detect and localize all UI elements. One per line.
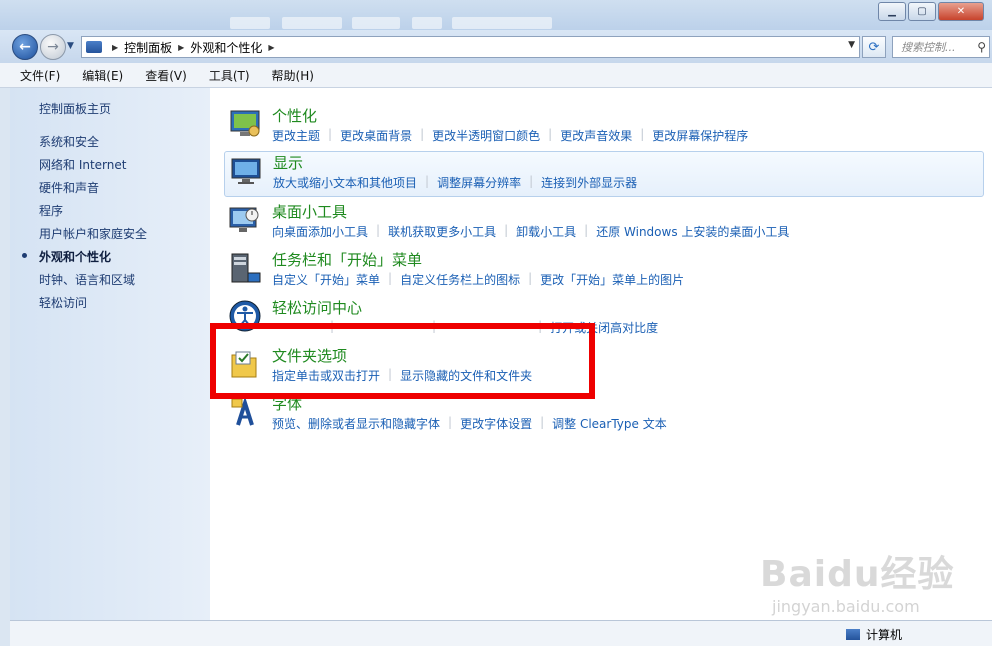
sidebar-item-network[interactable]: 网络和 Internet xyxy=(39,156,126,173)
breadcrumb-separator-icon[interactable]: ▶ xyxy=(178,43,184,52)
highlight-annotation xyxy=(210,323,595,399)
sidebar-item-programs[interactable]: 程序 xyxy=(39,202,63,219)
breadcrumb-separator-icon[interactable]: ▶ xyxy=(268,43,274,52)
minimize-button[interactable]: ▁ xyxy=(878,2,906,21)
forward-button[interactable]: → xyxy=(40,34,66,60)
category-title[interactable]: 任务栏和「开始」菜单 xyxy=(272,249,422,270)
category-title[interactable]: 显示 xyxy=(273,152,303,173)
watermark-url: jingyan.baidu.com xyxy=(772,597,920,616)
link-screen-resolution[interactable]: 调整屏幕分辨率 xyxy=(437,174,521,191)
category-title[interactable]: 个性化 xyxy=(272,105,317,126)
status-bar: 计算机 xyxy=(10,620,992,646)
sidebar-item-user-accounts[interactable]: 用户帐户和家庭安全 xyxy=(39,225,147,242)
link-external-display[interactable]: 连接到外部显示器 xyxy=(541,174,637,191)
category-title[interactable]: 轻松访问中心 xyxy=(272,297,362,318)
breadcrumb: ▶ 控制面板 ▶ 外观和个性化 ▶ xyxy=(106,39,281,56)
watermark: Baidu经验 jingyan.baidu.com xyxy=(760,545,980,625)
menu-file[interactable]: 文件(F) xyxy=(20,67,60,84)
status-computer-label: 计算机 xyxy=(865,628,902,642)
breadcrumb-separator-icon[interactable]: ▶ xyxy=(112,43,118,52)
blurred-tab xyxy=(282,17,342,29)
blurred-tab xyxy=(352,17,400,29)
navigation-bar: ← → ▼ ▶ 控制面板 ▶ 外观和个性化 ▶ ▼ ⟳ 搜索控制... ⚲ xyxy=(0,30,992,63)
refresh-button[interactable]: ⟳ xyxy=(862,36,886,58)
link-change-background[interactable]: 更改桌面背景 xyxy=(340,127,412,144)
personalization-icon[interactable] xyxy=(228,107,262,141)
blurred-tab xyxy=(452,17,552,29)
sidebar-item-hardware-sound[interactable]: 硬件和声音 xyxy=(39,179,99,196)
computer-icon xyxy=(845,629,860,640)
link-change-start-picture[interactable]: 更改「开始」菜单上的图片 xyxy=(540,271,684,288)
category-taskbar: 任务栏和「开始」菜单 自定义「开始」菜单 | 自定义任务栏上的图标 | 更改「开始」… xyxy=(224,249,984,293)
blurred-tab xyxy=(230,17,270,29)
gadgets-icon[interactable] xyxy=(228,203,262,237)
link-restore-gadgets[interactable]: 还原 Windows 上安装的桌面小工具 xyxy=(596,223,789,240)
sidebar-item-home[interactable]: 控制面板主页 xyxy=(39,100,111,117)
link-get-more-gadgets[interactable]: 联机获取更多小工具 xyxy=(388,223,496,240)
category-fonts: 字体 预览、删除或者显示和隐藏字体 | 更改字体设置 | 调整 ClearType … xyxy=(224,393,984,437)
link-customize-taskbar-icons[interactable]: 自定义任务栏上的图标 xyxy=(400,271,520,288)
recent-pages-dropdown-icon[interactable]: ▼ xyxy=(67,41,74,51)
menu-bar: 文件(F) 编辑(E) 查看(V) 工具(T) 帮助(H) xyxy=(0,63,992,88)
menu-help[interactable]: 帮助(H) xyxy=(272,67,314,84)
link-change-window-color[interactable]: 更改半透明窗口颜色 xyxy=(432,127,540,144)
sidebar-item-ease-of-access[interactable]: 轻松访问 xyxy=(39,294,87,311)
sidebar-item-appearance[interactable]: 外观和个性化 xyxy=(39,248,111,265)
blurred-tab xyxy=(412,17,442,29)
link-uninstall-gadget[interactable]: 卸载小工具 xyxy=(516,223,576,240)
link-add-gadget[interactable]: 向桌面添加小工具 xyxy=(272,223,368,240)
active-bullet-icon xyxy=(22,253,27,258)
link-change-sounds[interactable]: 更改声音效果 xyxy=(560,127,632,144)
fonts-icon[interactable] xyxy=(228,395,262,429)
link-text-size[interactable]: 放大或缩小文本和其他项目 xyxy=(273,174,417,191)
link-preview-delete-fonts[interactable]: 预览、删除或者显示和隐藏字体 xyxy=(272,415,440,432)
search-icon[interactable]: ⚲ xyxy=(977,40,986,54)
back-button[interactable]: ← xyxy=(12,34,38,60)
link-customize-start-menu[interactable]: 自定义「开始」菜单 xyxy=(272,271,380,288)
category-gadgets: 桌面小工具 向桌面添加小工具 | 联机获取更多小工具 | 卸载小工具 | 还原 Win… xyxy=(224,201,984,245)
link-change-theme[interactable]: 更改主题 xyxy=(272,127,320,144)
watermark-brand: Baidu经验 xyxy=(760,554,955,595)
search-box[interactable]: 搜索控制... ⚲ xyxy=(892,36,990,58)
breadcrumb-item[interactable]: 外观和个性化 xyxy=(190,39,262,56)
sidebar-item-clock-region[interactable]: 时钟、语言和区域 xyxy=(39,271,135,288)
taskbar-icon[interactable] xyxy=(228,251,262,285)
link-change-screensaver[interactable]: 更改屏幕保护程序 xyxy=(652,127,748,144)
address-bar[interactable]: ▶ 控制面板 ▶ 外观和个性化 ▶ ▼ xyxy=(81,36,860,58)
maximize-button[interactable]: ▢ xyxy=(908,2,936,21)
menu-view[interactable]: 查看(V) xyxy=(145,67,187,84)
close-button[interactable]: ✕ xyxy=(938,2,984,21)
window-title-bar: ▁ ▢ ✕ xyxy=(0,0,992,30)
display-icon[interactable] xyxy=(229,154,263,188)
control-panel-icon xyxy=(86,41,102,53)
sidebar-item-system-security[interactable]: 系统和安全 xyxy=(39,133,99,150)
menu-edit[interactable]: 编辑(E) xyxy=(82,67,123,84)
category-personalization: 个性化 更改主题 | 更改桌面背景 | 更改半透明窗口颜色 | 更改声音效果 | 更改屏… xyxy=(224,105,984,149)
link-cleartype[interactable]: 调整 ClearType 文本 xyxy=(552,415,667,432)
category-display: 显示 放大或缩小文本和其他项目 | 调整屏幕分辨率 | 连接到外部显示器 xyxy=(224,151,984,197)
category-title[interactable]: 桌面小工具 xyxy=(272,201,347,222)
breadcrumb-item[interactable]: 控制面板 xyxy=(124,39,172,56)
search-input[interactable]: 搜索控制... xyxy=(901,39,977,55)
link-font-settings[interactable]: 更改字体设置 xyxy=(460,415,532,432)
sidebar: 控制面板主页 系统和安全 网络和 Internet 硬件和声音 程序 用户帐户和… xyxy=(10,88,210,620)
menu-tools[interactable]: 工具(T) xyxy=(209,67,250,84)
address-dropdown-icon[interactable]: ▼ xyxy=(848,40,855,50)
